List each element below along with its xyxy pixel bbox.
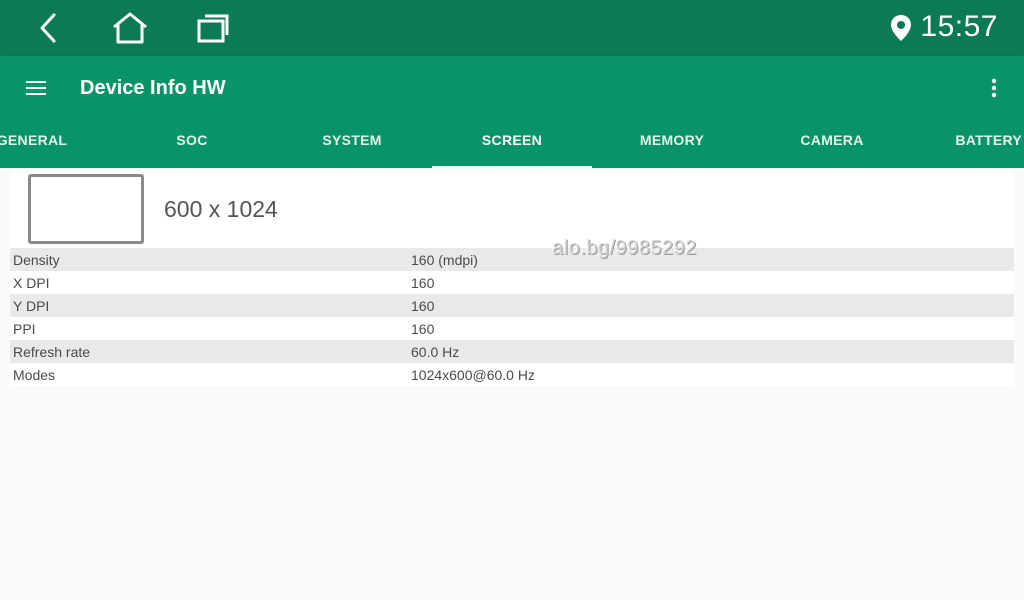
- tab-label: CAMERA: [800, 132, 864, 148]
- tab-battery[interactable]: BATTERY: [912, 112, 1024, 168]
- property-value: 1024x600@60.0 Hz: [411, 366, 535, 383]
- screen-resolution: 600 x 1024: [164, 196, 278, 222]
- tab-general[interactable]: GENERAL: [0, 112, 112, 168]
- status-bar: 15:57: [0, 0, 1024, 56]
- table-row: PPI 160: [10, 317, 1014, 340]
- tab-label: SYSTEM: [322, 132, 382, 148]
- menu-icon: [26, 81, 46, 95]
- screen-properties-table: Density 160 (mdpi) X DPI 160 Y DPI 160 P…: [10, 248, 1014, 386]
- property-value: 160: [411, 297, 435, 314]
- tab-soc[interactable]: SOC: [112, 112, 272, 168]
- home-icon: [113, 12, 147, 44]
- table-row: Density 160 (mdpi): [10, 248, 1014, 271]
- screen-info-panel: 600 x 1024 Density 160 (mdpi) X DPI 160 …: [0, 168, 1024, 600]
- tab-label: SOC: [176, 132, 208, 148]
- property-name: Refresh rate: [13, 343, 91, 360]
- property-value: 160: [411, 274, 435, 291]
- recent-apps-icon: [197, 14, 229, 43]
- clock: 15:57: [920, 10, 998, 43]
- menu-button[interactable]: [18, 72, 54, 104]
- back-icon: [40, 13, 56, 43]
- property-name: Modes: [13, 366, 56, 383]
- tab-label: SCREEN: [481, 132, 543, 148]
- screen-summary: 600 x 1024: [10, 172, 1014, 248]
- app-bar: Device Info HW GENERAL SOC SYSTEM SCREEN…: [0, 56, 1024, 168]
- home-button[interactable]: [108, 8, 152, 48]
- recent-apps-button[interactable]: [191, 8, 235, 48]
- back-button[interactable]: [26, 8, 70, 48]
- property-name: Density: [13, 251, 60, 268]
- tab-system[interactable]: SYSTEM: [272, 112, 432, 168]
- location-icon: [891, 15, 911, 41]
- more-vert-icon: [991, 78, 997, 98]
- tab-screen[interactable]: SCREEN: [432, 112, 592, 168]
- more-options-button[interactable]: [982, 72, 1006, 104]
- table-row: X DPI 160: [10, 271, 1014, 294]
- property-name: Y DPI: [13, 297, 50, 314]
- property-name: X DPI: [13, 274, 50, 291]
- tab-label: BATTERY: [955, 132, 1022, 148]
- tab-label: GENERAL: [0, 132, 68, 148]
- property-value: 160: [411, 320, 435, 337]
- table-row: Modes 1024x600@60.0 Hz: [10, 363, 1014, 386]
- tab-camera[interactable]: CAMERA: [752, 112, 912, 168]
- property-value: 160 (mdpi): [411, 251, 478, 268]
- table-row: Refresh rate 60.0 Hz: [10, 340, 1014, 363]
- app-title: Device Info HW: [80, 77, 226, 99]
- property-name: PPI: [13, 320, 36, 337]
- screen-outline-icon: [28, 174, 144, 244]
- watermark: alo.bg/9985292: [552, 237, 697, 259]
- tab-label: MEMORY: [639, 132, 705, 148]
- tab-bar: GENERAL SOC SYSTEM SCREEN MEMORY CAMERA …: [0, 112, 1024, 168]
- table-row: Y DPI 160: [10, 294, 1014, 317]
- property-value: 60.0 Hz: [411, 343, 460, 360]
- tab-memory[interactable]: MEMORY: [592, 112, 752, 168]
